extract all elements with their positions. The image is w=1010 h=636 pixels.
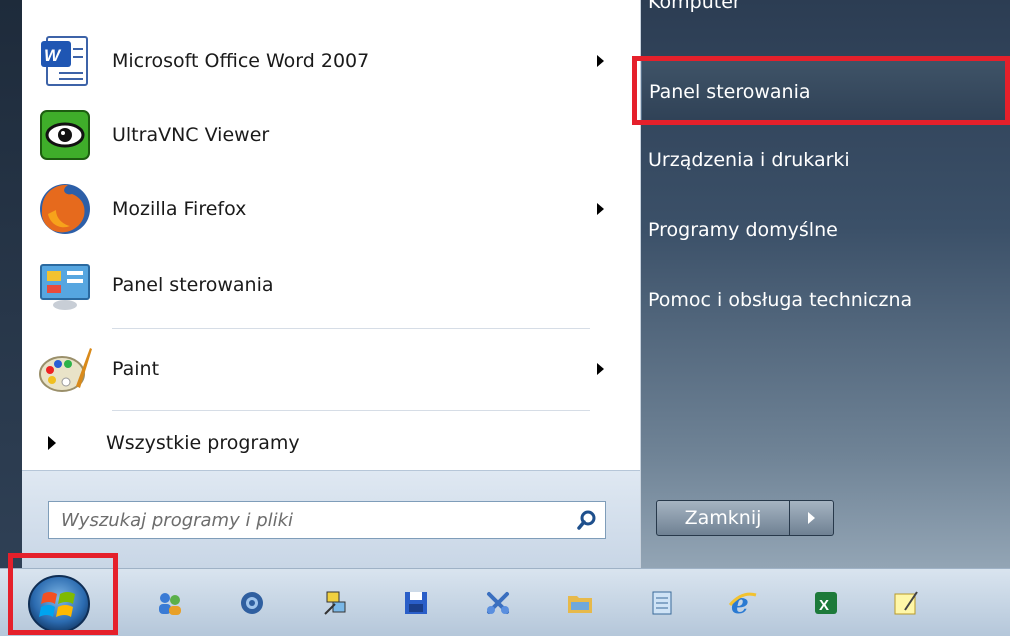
people-icon[interactable] — [152, 585, 188, 621]
right-item-devices-printers[interactable]: Urządzenia i drukarki — [641, 128, 1010, 192]
shutdown-group: Zamknij — [656, 500, 834, 536]
ultravnc-icon — [36, 106, 94, 164]
right-item-default-programs[interactable]: Programy domyślne — [641, 198, 1010, 262]
start-menu-left-edge — [0, 0, 22, 568]
search-input[interactable] — [49, 503, 569, 537]
program-paint[interactable]: Paint — [32, 334, 632, 404]
word-icon: W — [36, 32, 94, 90]
submenu-arrow-icon[interactable] — [597, 363, 604, 375]
svg-text:W: W — [44, 46, 62, 65]
svg-text:X: X — [819, 597, 829, 614]
search-box[interactable] — [48, 501, 606, 539]
program-label: Panel sterowania — [112, 274, 274, 296]
all-programs-label: Wszystkie programy — [106, 432, 300, 454]
program-list: W Microsoft Office Word 2007 UltraVNC Vi… — [22, 0, 640, 470]
file-explorer-icon[interactable] — [562, 585, 598, 621]
shutdown-options-button[interactable] — [790, 500, 834, 536]
windows-start-icon — [28, 575, 90, 633]
control-panel-icon — [36, 256, 94, 314]
program-firefox[interactable]: Mozilla Firefox — [32, 174, 632, 244]
taskbar: e X — [0, 568, 1010, 636]
paint-icon — [36, 340, 94, 398]
right-item-control-panel[interactable]: Panel sterowania — [641, 60, 1010, 124]
separator — [112, 328, 590, 329]
right-item-help-support[interactable]: Pomoc i obsługa techniczna — [641, 268, 1010, 332]
sticky-notes-icon[interactable] — [888, 585, 924, 621]
program-word[interactable]: W Microsoft Office Word 2007 — [32, 26, 632, 96]
search-area — [22, 470, 640, 569]
program-label: Mozilla Firefox — [112, 198, 247, 220]
right-item-label: Programy domyślne — [648, 219, 838, 241]
network-tool-icon[interactable] — [318, 585, 354, 621]
program-control-panel[interactable]: Panel sterowania — [32, 250, 632, 320]
right-item-label: Pomoc i obsługa techniczna — [648, 289, 913, 311]
firefox-icon — [36, 180, 94, 238]
right-item-label: Panel sterowania — [649, 81, 811, 103]
start-button[interactable] — [22, 571, 96, 635]
submenu-arrow-icon[interactable] — [597, 203, 604, 215]
start-menu-right-pane: Komputer Panel sterowania Urządzenia i d… — [641, 0, 1010, 568]
submenu-arrow-icon[interactable] — [597, 55, 604, 67]
search-icon[interactable] — [569, 503, 605, 537]
program-ultravnc[interactable]: UltraVNC Viewer — [32, 100, 632, 170]
internet-explorer-icon[interactable]: e — [724, 585, 760, 621]
right-item-computer[interactable]: Komputer — [641, 0, 1010, 24]
program-label: Paint — [112, 358, 160, 380]
all-programs-button[interactable]: Wszystkie programy — [22, 420, 582, 466]
start-menu-left-pane: W Microsoft Office Word 2007 UltraVNC Vi… — [0, 0, 641, 569]
browser-globe-icon[interactable] — [234, 585, 270, 621]
shutdown-button[interactable]: Zamknij — [656, 500, 790, 536]
notepad-icon[interactable] — [644, 585, 680, 621]
save-disk-icon[interactable] — [398, 585, 434, 621]
right-item-label: Urządzenia i drukarki — [648, 149, 850, 171]
separator — [112, 410, 590, 411]
program-label: Microsoft Office Word 2007 — [112, 50, 370, 72]
excel-icon[interactable]: X — [808, 585, 844, 621]
snipping-tool-icon[interactable] — [480, 585, 516, 621]
right-item-label: Komputer — [648, 0, 741, 13]
chevron-right-icon — [808, 512, 815, 524]
program-label: UltraVNC Viewer — [112, 124, 270, 146]
chevron-right-icon — [48, 436, 56, 450]
